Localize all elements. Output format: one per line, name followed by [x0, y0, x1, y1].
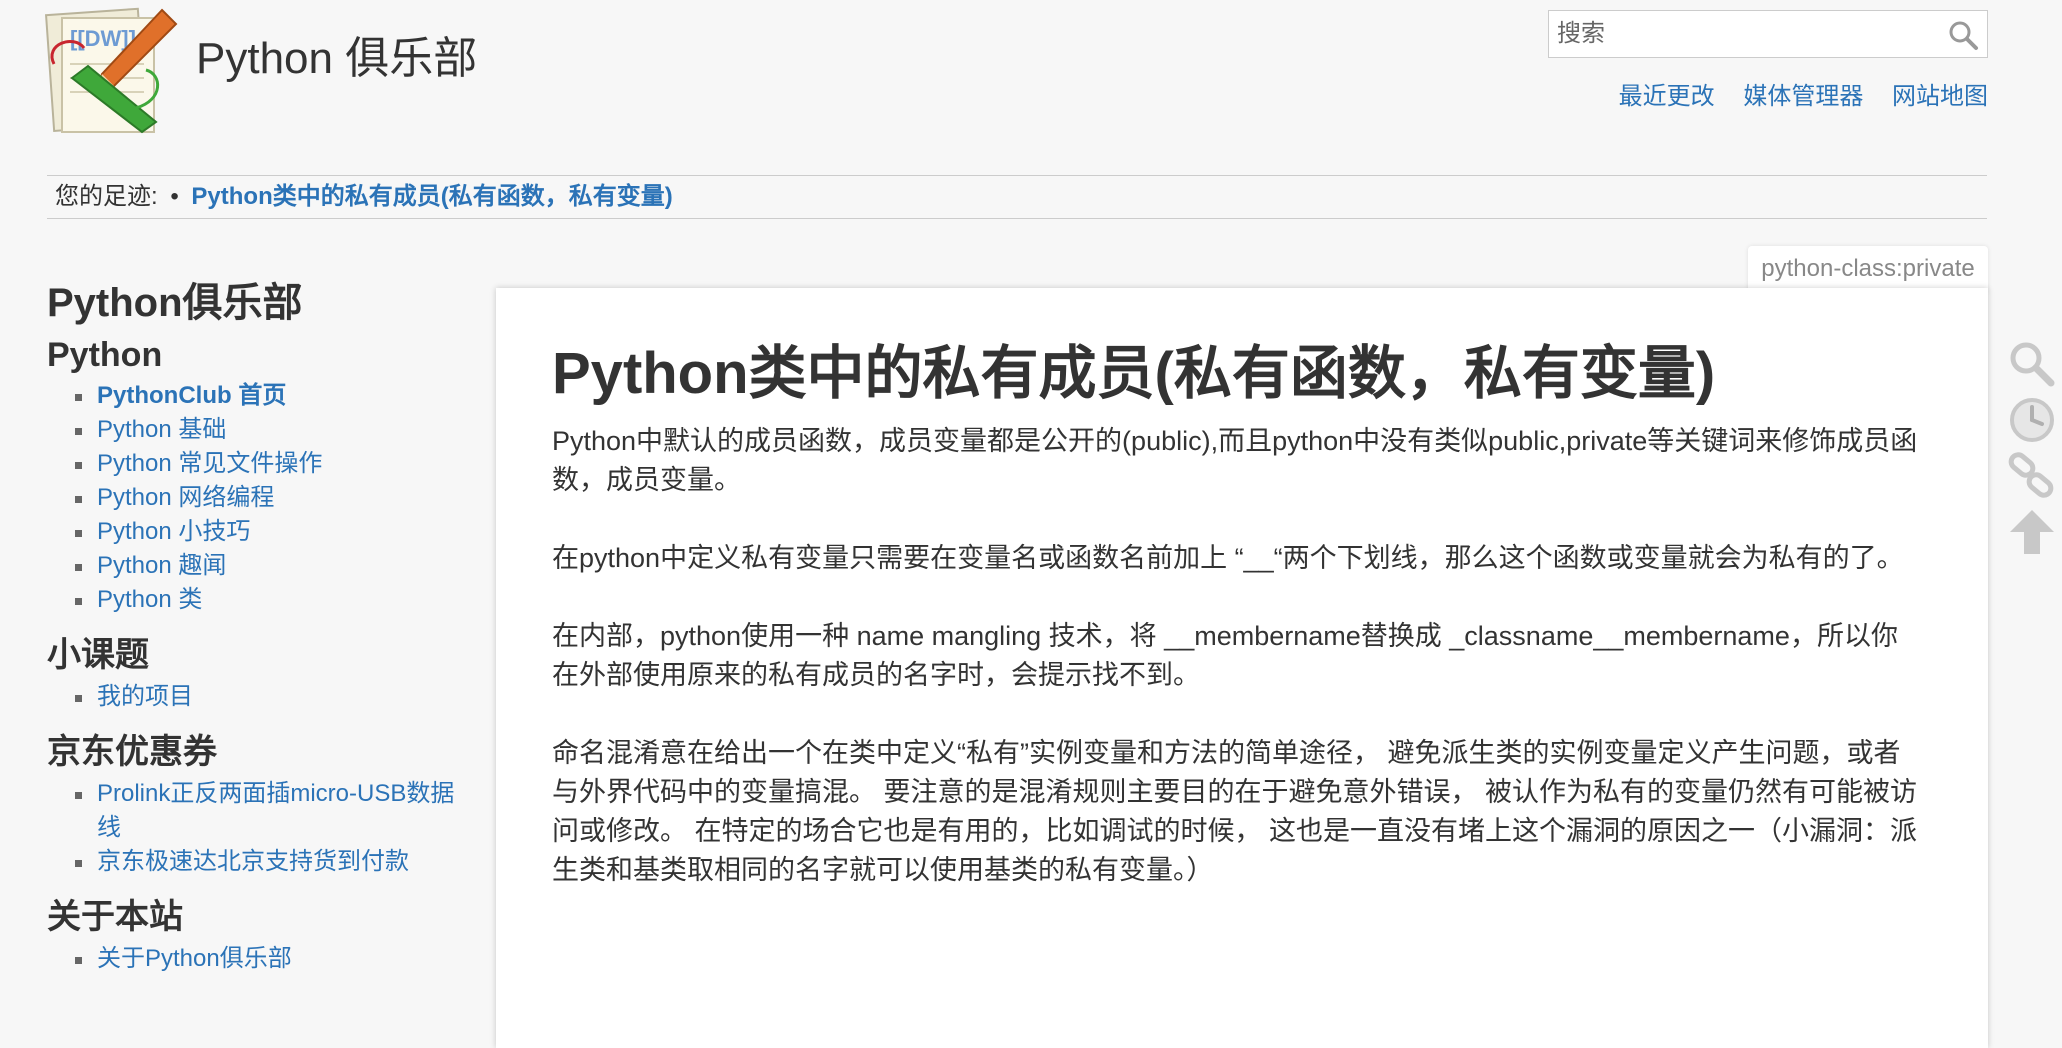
- sidebar-section-title: 小课题: [47, 636, 149, 674]
- sidebar-list: Prolink正反两面插micro-USB数据线 京东极速达北京支持货到付款: [47, 777, 467, 879]
- sidebar-list: PythonClub 首页 Python 基础 Python 常见文件操作 Py…: [47, 379, 467, 617]
- site-title[interactable]: Python 俱乐部: [196, 22, 477, 86]
- search-icon[interactable]: [1947, 19, 1979, 51]
- arrow-up-icon[interactable]: [2004, 504, 2060, 560]
- paragraph: 命名混淆意在给出一个在类中定义“私有”实例变量和方法的简单途径， 避免派生类的实…: [552, 738, 1918, 885]
- paragraph: 在内部，python使用一种 name mangling 技术，将 __memb…: [552, 621, 1898, 690]
- sidebar-item-python-basics[interactable]: Python 基础: [75, 413, 467, 447]
- page-id-tag: python-class:private: [1748, 246, 1988, 292]
- clock-icon[interactable]: [2004, 392, 2060, 448]
- search-icon[interactable]: [2004, 336, 2060, 392]
- sidebar-section-title: 京东优惠券: [47, 733, 217, 771]
- breadcrumb-separator: •: [170, 183, 179, 210]
- breadcrumb: 您的足迹: • Python类中的私有成员(私有函数，私有变量): [47, 175, 1987, 219]
- page-tools: [2004, 336, 2060, 560]
- page-body: Python中默认的成员函数，成员变量都是公开的(public),而且pytho…: [552, 422, 1922, 929]
- sidebar-item-networking[interactable]: Python 网络编程: [75, 481, 467, 515]
- main-content: Python类中的私有成员(私有函数，私有变量) Python中默认的成员函数，…: [496, 288, 1988, 1048]
- paragraph: Python中默认的成员函数，成员变量都是公开的(public),而且pytho…: [552, 426, 1918, 495]
- dokuwiki-logo-icon[interactable]: [[DW]]: [44, 4, 180, 136]
- top-links: 最近更改 媒体管理器 网站地图: [1597, 76, 1988, 111]
- page-title: Python类中的私有成员(私有函数，私有变量): [552, 341, 1716, 406]
- paragraph: 在python中定义私有变量只需要在变量名或函数名前加上 “__“两个下划线，那…: [552, 543, 1904, 573]
- media-manager-link[interactable]: 媒体管理器: [1743, 83, 1863, 110]
- search-box: [1548, 10, 1988, 58]
- sidebar-item-classes[interactable]: Python 类: [75, 583, 467, 617]
- sidebar: Python俱乐部 Python PythonClub 首页 Python 基础…: [47, 270, 467, 986]
- sidebar-list: 我的项目: [47, 680, 467, 714]
- breadcrumb-label: 您的足迹:: [55, 183, 158, 210]
- search-input[interactable]: [1549, 11, 1939, 57]
- sidebar-item-pythonclub-home[interactable]: PythonClub 首页: [75, 379, 467, 413]
- sidebar-list: 关于Python俱乐部: [47, 942, 467, 976]
- sidebar-item-tips[interactable]: Python 小技巧: [75, 515, 467, 549]
- sidebar-section-title: 关于本站: [47, 898, 183, 936]
- sidebar-section-title: Python: [47, 336, 163, 374]
- sidebar-item-jd-delivery[interactable]: 京东极速达北京支持货到付款: [75, 845, 467, 879]
- link-icon[interactable]: [2004, 448, 2060, 504]
- recent-changes-link[interactable]: 最近更改: [1619, 83, 1715, 110]
- sidebar-item-my-projects[interactable]: 我的项目: [75, 680, 467, 714]
- sidebar-item-about[interactable]: 关于Python俱乐部: [75, 942, 467, 976]
- sidebar-item-usb-cable[interactable]: Prolink正反两面插micro-USB数据线: [75, 777, 467, 845]
- sidebar-heading: Python俱乐部: [47, 281, 303, 325]
- breadcrumb-current-link[interactable]: Python类中的私有成员(私有函数，私有变量): [191, 183, 672, 210]
- sitemap-link[interactable]: 网站地图: [1892, 83, 1988, 110]
- sidebar-item-trivia[interactable]: Python 趣闻: [75, 549, 467, 583]
- sidebar-item-file-ops[interactable]: Python 常见文件操作: [75, 447, 467, 481]
